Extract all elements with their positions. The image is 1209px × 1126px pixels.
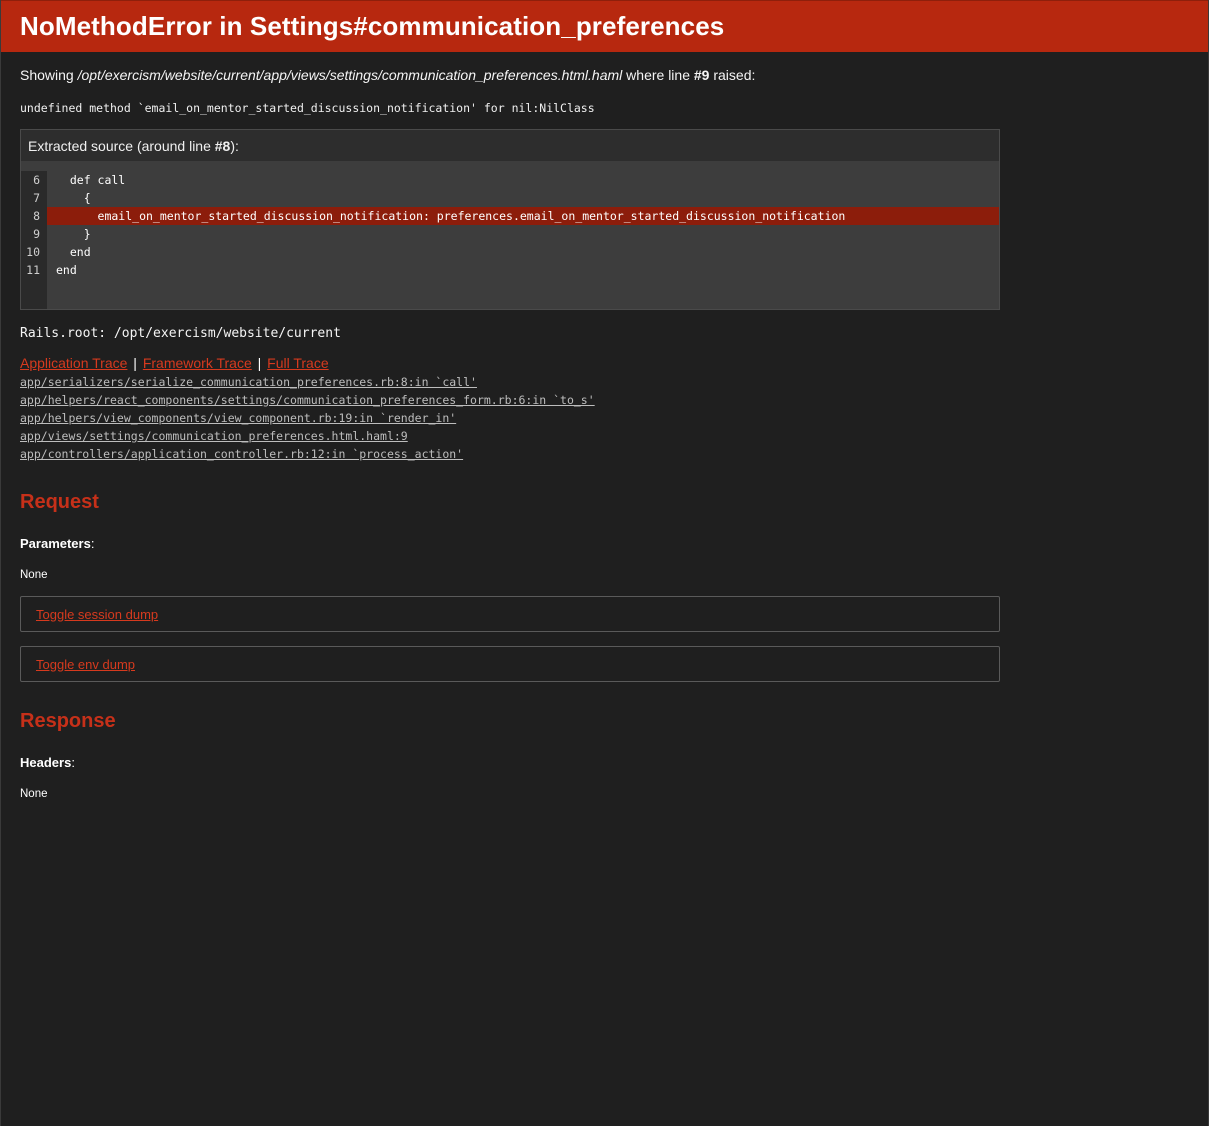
trace-list: app/serializers/serialize_communication_… xyxy=(20,373,1189,463)
caption-suffix: ): xyxy=(230,138,239,154)
line-number-gutter: 6 7 8 9 10 11 xyxy=(21,171,47,309)
error-message: undefined method `email_on_mentor_starte… xyxy=(20,101,595,115)
code-line: end xyxy=(56,245,91,259)
headers-label: Headers: xyxy=(20,755,75,770)
trace-frame[interactable]: app/helpers/view_components/view_compone… xyxy=(20,409,1189,427)
highlighted-code-line: email_on_mentor_started_discussion_notif… xyxy=(47,207,999,225)
response-heading: Response xyxy=(20,710,116,732)
error-content: Showing /opt/exercism/website/current/ap… xyxy=(1,67,1208,800)
toggle-env-dump-link[interactable]: Toggle env dump xyxy=(36,657,135,672)
parameters-label-text: Parameters xyxy=(20,536,91,551)
code-line: { xyxy=(56,191,91,205)
line-number: 7 xyxy=(33,191,40,205)
env-dump-box: Toggle env dump xyxy=(20,646,1000,682)
trace-separator: | xyxy=(133,355,137,371)
template-line: #9 xyxy=(693,67,710,83)
trace-frame[interactable]: app/views/settings/communication_prefere… xyxy=(20,427,1189,445)
rails-root: Rails.root: /opt/exercism/website/curren… xyxy=(20,326,341,341)
request-heading: Request xyxy=(20,491,99,513)
template-path: /opt/exercism/website/current/app/views/… xyxy=(77,67,623,83)
extracted-source: Extracted source (around line #8): 6 7 8 9 1… xyxy=(20,129,1000,310)
framework-trace-link[interactable]: Framework Trace xyxy=(143,355,252,371)
showing-suffix: raised: xyxy=(709,67,756,83)
source-caption: Extracted source (around line #8): xyxy=(21,130,999,161)
caption-line: #8 xyxy=(214,138,231,154)
parameters-value: None xyxy=(20,569,48,581)
source-code-area: 6 7 8 9 10 11 def call { email_on_mentor_star… xyxy=(21,161,999,309)
error-page: NoMethodError in Settings#communication_… xyxy=(0,0,1209,1126)
line-number: 11 xyxy=(26,263,40,277)
page-title: NoMethodError in Settings#communication_… xyxy=(20,11,725,41)
line-number: 8 xyxy=(33,209,40,223)
code-line: def call xyxy=(56,173,126,187)
template-location: Showing /opt/exercism/website/current/ap… xyxy=(20,67,1189,83)
headers-value: None xyxy=(20,788,48,800)
line-number: 10 xyxy=(26,245,40,259)
code-line: end xyxy=(56,263,77,277)
parameters-label: Parameters: xyxy=(20,536,95,551)
showing-middle: where line xyxy=(622,67,694,83)
code-line: } xyxy=(56,227,91,241)
full-trace-link[interactable]: Full Trace xyxy=(267,355,328,371)
trace-frame[interactable]: app/controllers/application_controller.r… xyxy=(20,445,1189,463)
toggle-session-dump-link[interactable]: Toggle session dump xyxy=(36,607,158,622)
trace-tabs: Application Trace | Framework Trace | Fu… xyxy=(20,355,1189,371)
trace-separator: | xyxy=(257,355,262,371)
trace-frame[interactable]: app/helpers/react_components/settings/co… xyxy=(20,391,1189,409)
caption-prefix: Extracted source (around line xyxy=(28,138,215,154)
showing-prefix: Showing xyxy=(20,67,78,83)
trace-frame[interactable]: app/serializers/serialize_communication_… xyxy=(20,373,1189,391)
source-code: def call { email_on_mentor_started_discu… xyxy=(47,171,999,309)
error-header: NoMethodError in Settings#communication_… xyxy=(1,0,1208,52)
line-number: 9 xyxy=(33,227,40,241)
application-trace-link[interactable]: Application Trace xyxy=(20,355,127,371)
session-dump-box: Toggle session dump xyxy=(20,596,1000,632)
headers-label-text: Headers xyxy=(20,755,72,770)
line-number: 6 xyxy=(33,173,40,187)
